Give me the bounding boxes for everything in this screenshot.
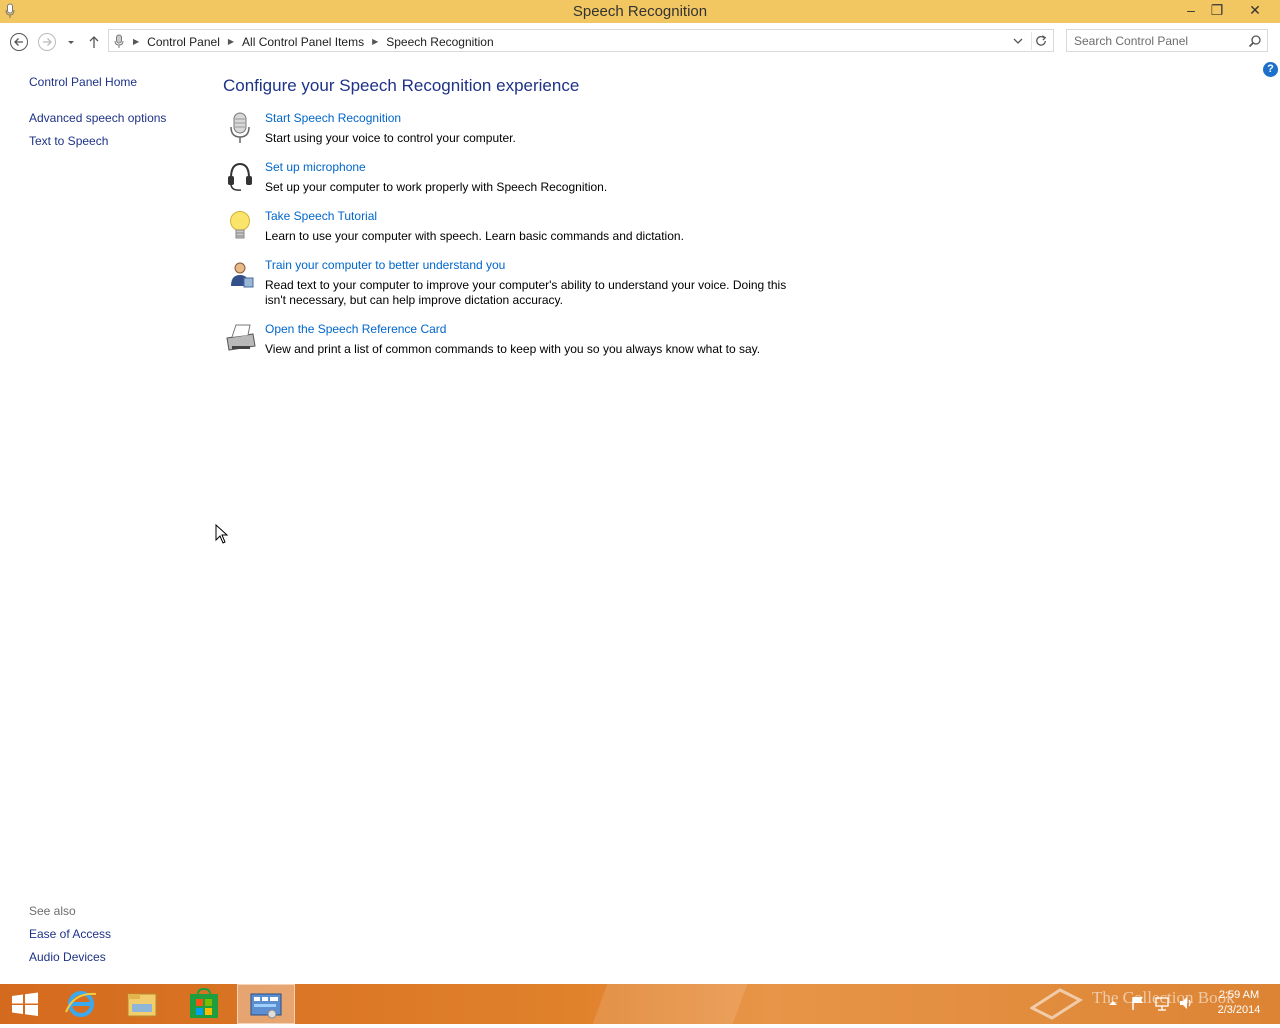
breadcrumb-speech-recognition[interactable]: Speech Recognition (386, 35, 493, 49)
book-watermark-icon (1030, 988, 1084, 1020)
control-panel-home-link[interactable]: Control Panel Home (29, 75, 137, 89)
lightbulb-icon (230, 211, 250, 239)
search-box[interactable] (1066, 29, 1268, 52)
address-bar[interactable]: ▶ Control Panel ▶ All Control Panel Item… (108, 29, 1054, 52)
clock-time: 2:59 AM (1218, 989, 1260, 1001)
open-reference-card-link[interactable]: Open the Speech Reference Card (265, 322, 446, 336)
microphone-icon (230, 112, 250, 143)
restore-button[interactable]: ❐ (1204, 0, 1230, 20)
task-description: Start using your voice to control your c… (265, 131, 516, 145)
file-explorer-icon[interactable] (113, 984, 171, 1024)
volume-icon[interactable] (1178, 995, 1194, 1011)
help-button[interactable]: ? (1263, 62, 1278, 77)
refresh-icon[interactable] (1031, 32, 1051, 50)
title-bar: Speech Recognition – ❐ ✕ (0, 0, 1280, 23)
see-also-header: See also (29, 904, 76, 918)
address-dropdown-icon[interactable] (1009, 32, 1027, 50)
minimize-button[interactable]: – (1178, 0, 1204, 20)
control-panel-window: Speech Recognition – ❐ ✕ ▶ Control Panel… (0, 0, 1280, 984)
chevron-right-icon[interactable]: ▶ (133, 37, 139, 46)
taskbar-decoration (592, 984, 748, 1024)
text-to-speech-link[interactable]: Text to Speech (29, 134, 108, 148)
network-icon[interactable] (1154, 995, 1170, 1011)
clock-date: 2/3/2014 (1217, 1004, 1261, 1016)
show-hidden-icons-icon[interactable] (1106, 996, 1120, 1010)
task-open-reference-card: Open the Speech Reference Card View and … (223, 322, 823, 362)
close-button[interactable]: ✕ (1240, 0, 1270, 20)
task-description: Set up your computer to work properly wi… (265, 180, 608, 194)
up-button[interactable] (85, 32, 103, 52)
task-description: Read text to your computer to improve yo… (265, 278, 787, 307)
breadcrumb-control-panel[interactable]: Control Panel (147, 35, 220, 49)
task-take-speech-tutorial: Take Speech Tutorial Learn to use your c… (223, 209, 823, 249)
task-description: Learn to use your computer with speech. … (265, 229, 684, 243)
search-icon[interactable] (1248, 34, 1262, 48)
back-button[interactable] (9, 32, 29, 52)
headset-icon (228, 162, 252, 191)
take-speech-tutorial-link[interactable]: Take Speech Tutorial (265, 209, 377, 223)
task-description: View and print a list of common commands… (265, 342, 761, 356)
microphone-icon (114, 34, 124, 48)
breadcrumb-all-items[interactable]: All Control Panel Items (242, 35, 364, 49)
task-set-up-microphone: Set up microphone Set up your computer t… (223, 160, 823, 200)
chevron-right-icon[interactable]: ▶ (372, 37, 378, 46)
control-panel-icon (250, 993, 282, 1019)
start-speech-recognition-link[interactable]: Start Speech Recognition (265, 111, 401, 125)
train-computer-link[interactable]: Train your computer to better understand… (265, 258, 505, 272)
task-train-computer: Train your computer to better understand… (223, 258, 823, 313)
internet-explorer-icon[interactable] (52, 984, 110, 1024)
windows-start-icon[interactable] (0, 984, 58, 1024)
audio-devices-link[interactable]: Audio Devices (29, 950, 106, 964)
set-up-microphone-link[interactable]: Set up microphone (265, 160, 366, 174)
user-icon (231, 262, 254, 288)
store-icon[interactable] (175, 984, 233, 1024)
window-title: Speech Recognition (572, 3, 708, 20)
chevron-right-icon[interactable]: ▶ (228, 37, 234, 46)
task-start-speech-recognition: Start Speech Recognition Start using you… (223, 111, 823, 151)
taskbar: The Collection Book 2:59 AM 2/3/2014 (0, 984, 1280, 1024)
action-center-flag-icon[interactable] (1130, 995, 1146, 1011)
printer-icon (226, 324, 256, 351)
search-input[interactable] (1074, 33, 1244, 49)
mouse-cursor-icon (215, 524, 229, 544)
system-clock[interactable]: 2:59 AM 2/3/2014 (1207, 988, 1271, 1018)
ease-of-access-link[interactable]: Ease of Access (29, 927, 111, 941)
forward-button[interactable] (37, 32, 57, 52)
page-title: Configure your Speech Recognition experi… (223, 76, 580, 95)
advanced-speech-options-link[interactable]: Advanced speech options (29, 111, 166, 125)
breadcrumb: ▶ Control Panel ▶ All Control Panel Item… (113, 33, 494, 50)
control-panel-taskbar-button[interactable] (237, 984, 295, 1024)
recent-locations-dropdown[interactable] (64, 32, 78, 52)
